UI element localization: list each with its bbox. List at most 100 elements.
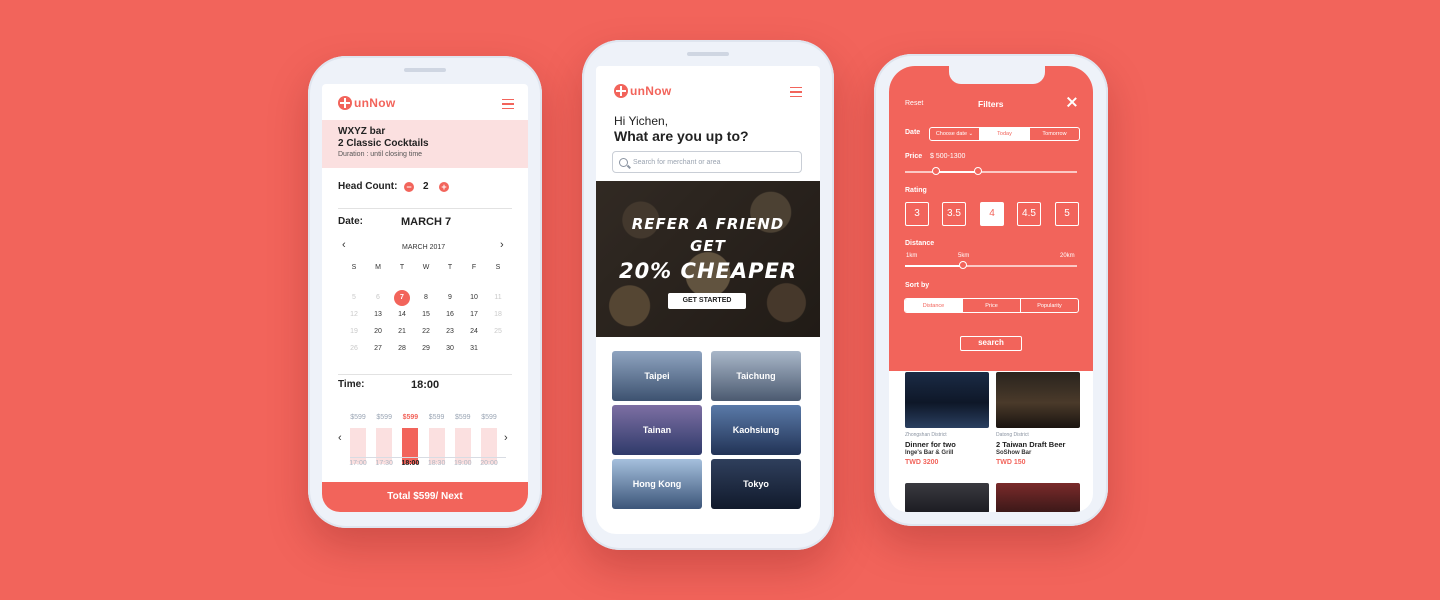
price-slider-range: [936, 171, 978, 173]
divider: [338, 374, 512, 375]
calendar-day[interactable]: 6: [366, 294, 390, 301]
slot-next-button[interactable]: ›: [504, 432, 508, 444]
distance-slider-handle[interactable]: [959, 261, 967, 269]
calendar-day[interactable]: 13: [366, 311, 390, 318]
calendar-day[interactable]: 14: [390, 311, 414, 318]
calendar-day[interactable]: 22: [414, 328, 438, 335]
total-next-button[interactable]: Total $599/ Next: [322, 482, 528, 512]
calendar-day[interactable]: 29: [414, 345, 438, 352]
city-tile-taipei[interactable]: Taipei: [612, 351, 702, 401]
booking-screen: unNow WXYZ bar 2 Classic Cocktails Durat…: [322, 84, 528, 512]
date-option[interactable]: Today: [980, 128, 1030, 140]
weekday-label: S: [495, 264, 501, 271]
hamburger-menu-icon[interactable]: [502, 99, 514, 109]
app-logo[interactable]: unNow: [338, 96, 396, 110]
date-label: Date:: [338, 216, 364, 227]
calendar-day-number: 28: [398, 345, 406, 352]
calendar-day[interactable]: 7: [390, 289, 414, 306]
get-started-button[interactable]: GET STARTED: [668, 293, 746, 309]
price-slider-max-handle[interactable]: [974, 167, 982, 175]
calendar-day[interactable]: 26: [342, 345, 366, 352]
calendar-day[interactable]: 10: [462, 294, 486, 301]
city-tile-hong-kong[interactable]: Hong Kong: [612, 459, 702, 509]
listing-image[interactable]: [905, 483, 989, 512]
calendar-prev-button[interactable]: ‹: [342, 239, 346, 251]
calendar-day[interactable]: 31: [462, 345, 486, 352]
date-option[interactable]: Choose date ⌄: [930, 128, 980, 140]
rating-option[interactable]: 3.5: [942, 202, 966, 226]
time-slot-bar: [402, 428, 419, 464]
date-filter-label: Date: [905, 129, 921, 136]
calendar-day[interactable]: 16: [438, 311, 462, 318]
time-slot-price: $599: [481, 414, 497, 421]
listing-image[interactable]: [905, 372, 989, 428]
sort-option[interactable]: Price: [963, 299, 1021, 312]
promo-banner[interactable]: REFER A FRIEND GET 20% CHEAPER GET START…: [596, 181, 820, 337]
listing-title[interactable]: Dinner for two: [905, 440, 956, 449]
phone-speaker: [687, 52, 729, 56]
calendar-day[interactable]: 15: [414, 311, 438, 318]
calendar-day-number: 15: [422, 311, 430, 318]
rating-option[interactable]: 3: [905, 202, 929, 226]
price-slider-track: [905, 171, 1077, 173]
rating-option[interactable]: 4.5: [1017, 202, 1041, 226]
time-slot-bar: [428, 428, 445, 464]
search-input[interactable]: Search for merchant or area: [612, 151, 802, 173]
calendar-day-number: 23: [446, 328, 454, 335]
calendar-day[interactable]: 19: [342, 328, 366, 335]
calendar-next-button[interactable]: ›: [500, 239, 504, 251]
increase-head-count-button[interactable]: +: [439, 182, 449, 192]
calendar-day[interactable]: 21: [390, 328, 414, 335]
calendar-day[interactable]: 28: [390, 345, 414, 352]
calendar-day[interactable]: 20: [366, 328, 390, 335]
weekday-header: SMTWTFS: [342, 259, 510, 276]
calendar-day[interactable]: 9: [438, 294, 462, 301]
calendar-day[interactable]: 11: [486, 294, 510, 301]
city-tile-tokyo[interactable]: Tokyo: [711, 459, 801, 509]
listing-price: TWD 3200: [905, 459, 939, 466]
app-logo[interactable]: unNow: [614, 84, 672, 98]
reset-button[interactable]: Reset: [905, 100, 923, 107]
price-slider-min-handle[interactable]: [932, 167, 940, 175]
calendar-day[interactable]: 27: [366, 345, 390, 352]
date-option[interactable]: Tomorrow: [1030, 128, 1079, 140]
decrease-head-count-button[interactable]: −: [404, 182, 414, 192]
calendar-day[interactable]: 24: [462, 328, 486, 335]
calendar-week: 12 13 14 15 16 17 18: [342, 306, 510, 323]
calendar-month: MARCH 2017: [402, 244, 446, 251]
calendar-day-number: 22: [422, 328, 430, 335]
logo-mark-icon: [338, 96, 352, 110]
rating-option[interactable]: 4: [980, 202, 1004, 226]
calendar-day[interactable]: 25: [486, 328, 510, 335]
calendar-day-number: 9: [448, 294, 452, 301]
calendar-day[interactable]: 5: [342, 294, 366, 301]
close-icon[interactable]: [1067, 97, 1077, 107]
listing-image[interactable]: [996, 483, 1080, 512]
calendar-day[interactable]: 12: [342, 311, 366, 318]
sort-label: Sort by: [905, 282, 930, 289]
time-slot-bar: [350, 428, 366, 464]
distance-slider-range: [905, 265, 962, 267]
sort-option[interactable]: Popularity: [1021, 299, 1078, 312]
calendar-day[interactable]: 8: [414, 294, 438, 301]
listing-title[interactable]: 2 Taiwan Draft Beer: [996, 440, 1065, 449]
calendar-day-number: 18: [494, 311, 502, 318]
banner-line-3: 20% CHEAPER: [618, 259, 798, 283]
calendar-day[interactable]: 17: [462, 311, 486, 318]
filters-phone: Reset Filters Date Choose date ⌄ Today Tom…: [874, 54, 1108, 526]
calendar-day[interactable]: 30: [438, 345, 462, 352]
city-tile-kaohsiung[interactable]: Kaohsiung: [711, 405, 801, 455]
city-tile-taichung[interactable]: Taichung: [711, 351, 801, 401]
slot-prev-button[interactable]: ‹: [338, 432, 342, 444]
listing-image[interactable]: [996, 372, 1080, 428]
sort-option[interactable]: Distance: [905, 299, 963, 312]
calendar-day-number: 27: [374, 345, 382, 352]
calendar-day[interactable]: 18: [486, 311, 510, 318]
hamburger-menu-icon[interactable]: [790, 87, 802, 97]
calendar-day[interactable]: 23: [438, 328, 462, 335]
search-button[interactable]: search: [960, 336, 1022, 351]
weekday-label: F: [471, 264, 477, 271]
rating-option[interactable]: 5: [1055, 202, 1079, 226]
city-tile-tainan[interactable]: Tainan: [612, 405, 702, 455]
calendar-day-number: 11: [494, 294, 502, 301]
